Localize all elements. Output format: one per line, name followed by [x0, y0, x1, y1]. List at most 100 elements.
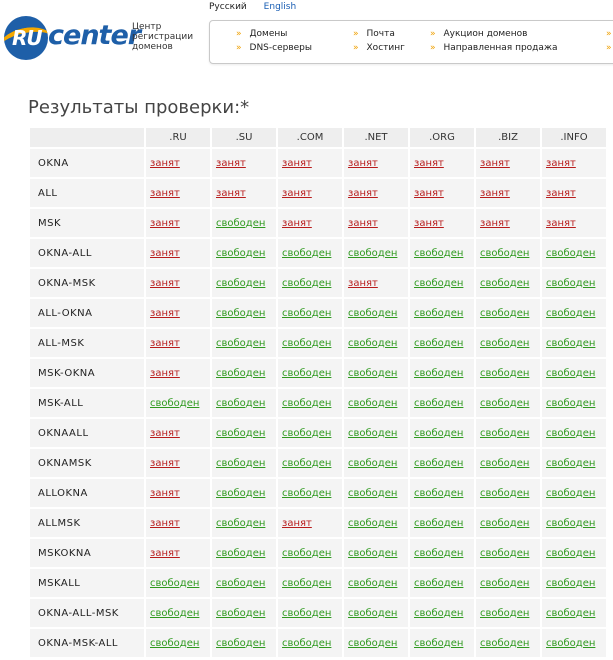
- status-free-link[interactable]: свободен: [480, 398, 529, 409]
- status-free-link[interactable]: свободен: [480, 308, 529, 319]
- status-free-link[interactable]: свободен: [348, 308, 397, 319]
- status-free-link[interactable]: свободен: [282, 608, 331, 619]
- status-busy-link[interactable]: занят: [546, 218, 576, 229]
- status-free-link[interactable]: свободен: [150, 578, 199, 589]
- status-free-link[interactable]: свободен: [216, 218, 265, 229]
- status-free-link[interactable]: свободен: [348, 578, 397, 589]
- status-free-link[interactable]: свободен: [480, 608, 529, 619]
- status-free-link[interactable]: свободен: [348, 428, 397, 439]
- status-free-link[interactable]: свободен: [546, 458, 595, 469]
- status-free-link[interactable]: свободен: [348, 398, 397, 409]
- status-free-link[interactable]: свободен: [414, 638, 463, 649]
- status-free-link[interactable]: свободен: [216, 278, 265, 289]
- status-free-link[interactable]: свободен: [216, 308, 265, 319]
- status-free-link[interactable]: свободен: [348, 638, 397, 649]
- status-free-link[interactable]: свободен: [546, 608, 595, 619]
- status-free-link[interactable]: свободен: [414, 578, 463, 589]
- status-free-link[interactable]: свободен: [480, 368, 529, 379]
- status-busy-link[interactable]: занят: [150, 368, 180, 379]
- status-free-link[interactable]: свободен: [348, 338, 397, 349]
- nav-hosting[interactable]: » Хостинг: [353, 43, 405, 53]
- status-busy-link[interactable]: занят: [150, 188, 180, 199]
- status-free-link[interactable]: свободен: [414, 308, 463, 319]
- lang-english-link[interactable]: English: [264, 2, 297, 12]
- status-free-link[interactable]: свободен: [216, 518, 265, 529]
- status-free-link[interactable]: свободен: [414, 608, 463, 619]
- status-free-link[interactable]: свободен: [282, 248, 331, 259]
- status-free-link[interactable]: свободен: [546, 638, 595, 649]
- status-free-link[interactable]: свободен: [282, 308, 331, 319]
- status-busy-link[interactable]: занят: [150, 518, 180, 529]
- status-free-link[interactable]: свободен: [414, 398, 463, 409]
- status-busy-link[interactable]: занят: [150, 248, 180, 259]
- status-free-link[interactable]: свободен: [480, 458, 529, 469]
- status-free-link[interactable]: свободен: [348, 248, 397, 259]
- status-free-link[interactable]: свободен: [216, 338, 265, 349]
- status-free-link[interactable]: свободен: [348, 368, 397, 379]
- status-free-link[interactable]: свободен: [480, 548, 529, 559]
- status-busy-link[interactable]: занят: [150, 428, 180, 439]
- status-busy-link[interactable]: занят: [150, 308, 180, 319]
- status-busy-link[interactable]: занят: [150, 218, 180, 229]
- nav-mail[interactable]: » Почта: [353, 29, 395, 39]
- status-busy-link[interactable]: занят: [216, 188, 246, 199]
- nav-domains[interactable]: » Домены: [236, 29, 287, 39]
- status-free-link[interactable]: свободен: [480, 278, 529, 289]
- status-free-link[interactable]: свободен: [480, 248, 529, 259]
- status-busy-link[interactable]: занят: [414, 158, 444, 169]
- status-busy-link[interactable]: занят: [414, 218, 444, 229]
- status-free-link[interactable]: свободен: [150, 638, 199, 649]
- status-busy-link[interactable]: занят: [480, 158, 510, 169]
- status-free-link[interactable]: свободен: [546, 578, 595, 589]
- status-busy-link[interactable]: занят: [348, 218, 378, 229]
- status-free-link[interactable]: свободен: [480, 578, 529, 589]
- status-free-link[interactable]: свободен: [282, 548, 331, 559]
- status-free-link[interactable]: свободен: [282, 488, 331, 499]
- status-free-link[interactable]: свободен: [546, 548, 595, 559]
- status-free-link[interactable]: свободен: [216, 638, 265, 649]
- status-free-link[interactable]: свободен: [480, 338, 529, 349]
- status-free-link[interactable]: свободен: [216, 578, 265, 589]
- status-free-link[interactable]: свободен: [414, 488, 463, 499]
- status-busy-link[interactable]: занят: [546, 158, 576, 169]
- status-free-link[interactable]: свободен: [216, 458, 265, 469]
- logo[interactable]: RU center Центр регистрации доменов: [4, 14, 204, 60]
- status-free-link[interactable]: свободен: [348, 608, 397, 619]
- status-busy-link[interactable]: занят: [150, 278, 180, 289]
- status-busy-link[interactable]: занят: [348, 188, 378, 199]
- status-free-link[interactable]: свободен: [414, 248, 463, 259]
- status-free-link[interactable]: свободен: [216, 488, 265, 499]
- status-free-link[interactable]: свободен: [216, 398, 265, 409]
- status-free-link[interactable]: свободен: [546, 338, 595, 349]
- status-free-link[interactable]: свободен: [546, 368, 595, 379]
- status-free-link[interactable]: свободен: [282, 338, 331, 349]
- status-free-link[interactable]: свободен: [216, 248, 265, 259]
- status-busy-link[interactable]: занят: [150, 488, 180, 499]
- status-free-link[interactable]: свободен: [282, 458, 331, 469]
- status-busy-link[interactable]: занят: [348, 158, 378, 169]
- status-busy-link[interactable]: занят: [480, 218, 510, 229]
- status-free-link[interactable]: свободен: [480, 488, 529, 499]
- status-free-link[interactable]: свободен: [216, 608, 265, 619]
- status-busy-link[interactable]: занят: [150, 548, 180, 559]
- status-free-link[interactable]: свободен: [546, 248, 595, 259]
- status-free-link[interactable]: свободен: [282, 398, 331, 409]
- status-free-link[interactable]: свободен: [150, 398, 199, 409]
- status-free-link[interactable]: свободен: [150, 608, 199, 619]
- status-free-link[interactable]: свободен: [282, 428, 331, 439]
- status-free-link[interactable]: свободен: [546, 398, 595, 409]
- status-busy-link[interactable]: занят: [480, 188, 510, 199]
- status-free-link[interactable]: свободен: [480, 518, 529, 529]
- status-free-link[interactable]: свободен: [216, 548, 265, 559]
- status-free-link[interactable]: свободен: [282, 578, 331, 589]
- nav-directed-sale[interactable]: » Направленная продажа: [430, 43, 558, 53]
- status-busy-link[interactable]: занят: [348, 278, 378, 289]
- status-busy-link[interactable]: занят: [216, 158, 246, 169]
- status-busy-link[interactable]: занят: [414, 188, 444, 199]
- status-free-link[interactable]: свободен: [414, 518, 463, 529]
- status-free-link[interactable]: свободен: [348, 518, 397, 529]
- nav-dns-servers[interactable]: » DNS-серверы: [236, 43, 312, 53]
- status-busy-link[interactable]: занят: [150, 158, 180, 169]
- status-free-link[interactable]: свободен: [546, 308, 595, 319]
- status-free-link[interactable]: свободен: [414, 338, 463, 349]
